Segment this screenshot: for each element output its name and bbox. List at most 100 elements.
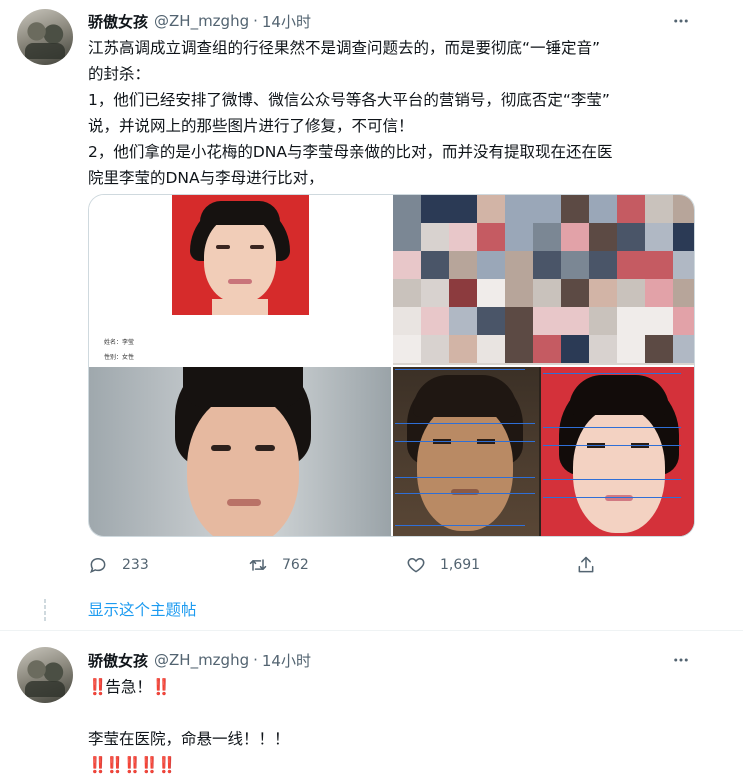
tweet-header: 骄傲女孩 @ZH_mzghg · 14小时 [88,10,311,32]
mosaic-tile [673,223,694,251]
show-thread-link[interactable]: 显示这个主题帖 [88,598,197,620]
mosaic-tile [645,251,673,279]
reply-count: 233 [122,557,149,573]
like-count: 1,691 [440,557,481,573]
tweet-text-line: 江苏高调成立调查组的行径果然不是调查问题去的，而是要彻底“一锤定音” [88,39,601,57]
mosaic-tile [561,195,589,223]
tweet-text-line: ‼️‼️‼️‼️‼️ [88,752,708,778]
mosaic-tile [449,251,477,279]
mosaic-tile [645,195,673,223]
mosaic-tile [421,223,449,251]
mosaic-tile [617,251,645,279]
retweet-count: 762 [282,557,309,573]
timestamp[interactable]: 14小时 [262,11,311,32]
avatar[interactable] [17,647,73,703]
mosaic-tile [617,279,645,307]
mosaic-tile [477,335,505,363]
mosaic-tile [533,307,561,335]
more-options-button[interactable] [671,650,691,670]
photo-face-closeup[interactable] [89,367,391,536]
display-name[interactable]: 骄傲女孩 [88,11,148,32]
mosaic-tile [393,335,421,363]
reply-button[interactable]: 233 [88,553,149,577]
timestamp[interactable]: 14小时 [262,650,311,671]
mosaic-tile [589,251,617,279]
id-photo [172,195,309,315]
mosaic-tile [561,251,589,279]
mosaic-tile [645,223,673,251]
mosaic-tile [505,195,533,223]
mosaic-tile [477,279,505,307]
mosaic-tile [617,195,645,223]
mosaic-tile [421,335,449,363]
mosaic-tile [449,307,477,335]
mosaic-tile [533,279,561,307]
avatar[interactable] [17,9,73,65]
double-exclamation-icon: ‼️ [151,678,171,696]
retweet-button[interactable]: 762 [248,553,309,577]
separator: · [253,12,258,30]
mosaic-tile [477,307,505,335]
mosaic-tile [533,251,561,279]
retweet-icon [249,559,267,571]
more-horizontal-icon [674,658,688,662]
mosaic-tile [449,279,477,307]
user-handle[interactable]: @ZH_mzghg [154,12,249,30]
mosaic-tile [421,251,449,279]
mosaic-tile [449,335,477,363]
like-button[interactable]: 1,691 [406,553,480,577]
photo-id-card[interactable]: 姓名：李莹 性别：女性 [89,195,391,365]
tweet-text-line: ‼️告急！‼️ [88,674,708,700]
double-exclamation-icon: ‼️ [88,678,107,696]
tweet[interactable]: 骄傲女孩 @ZH_mzghg · 14小时 ‼️告急！‼️ 李莹在医院，命悬一线… [0,631,743,782]
photo-mosaic[interactable] [393,195,694,365]
mosaic-tile [477,195,505,223]
double-exclamation-icon: ‼️‼️‼️‼️‼️ [88,756,176,774]
id-gender-label: 性别：女性 [104,354,135,361]
tweet-text-line: 1，他们已经安排了微博、微信公众号等各大平台的营销号，彻底否定“李莹” [88,91,610,109]
tweet-text-line: 的封杀： [88,65,151,83]
tweet-text-line: 说，并说网上的那些图片进行了修复，不可信！ [88,117,414,135]
mosaic-tile [617,223,645,251]
mosaic-tile [561,223,589,251]
mosaic-tile [477,223,505,251]
user-handle[interactable]: @ZH_mzghg [154,651,249,669]
mosaic-tile [673,335,694,363]
tweet-actions: 233 762 1,691 [88,553,608,577]
display-name[interactable]: 骄傲女孩 [88,650,148,671]
share-button[interactable] [576,553,596,577]
id-name-label: 姓名：李莹 [104,339,135,346]
mosaic-tile [589,223,617,251]
mosaic-tile [393,251,421,279]
mosaic-tile [673,307,694,335]
mosaic-tile [393,195,421,223]
tweet[interactable]: 骄傲女孩 @ZH_mzghg · 14小时 江苏高调成立调查组的行径果然不是调查… [0,0,743,630]
tweet-text-line: 李莹在医院，命悬一线！！！ [88,730,290,748]
mosaic-tile [617,335,645,363]
mosaic-tile [533,195,561,223]
mosaic-tile [393,307,421,335]
mosaic-tile [449,223,477,251]
mosaic-tile [645,307,673,335]
more-options-button[interactable] [671,11,691,31]
share-icon [578,556,594,573]
mosaic-tile [421,307,449,335]
photo-comparison[interactable] [393,367,694,536]
mosaic-tile [617,307,645,335]
mosaic-tile [673,251,694,279]
tweet-text-line: 2，他们拿的是小花梅的DNA与李莹母亲做的比对，而并没有提取现在还在医 [88,143,613,161]
thread-connector [43,599,47,623]
tweet-header: 骄傲女孩 @ZH_mzghg · 14小时 [88,649,311,671]
mosaic-tile [589,195,617,223]
mosaic-tile [393,223,421,251]
mosaic-tile [421,195,449,223]
more-horizontal-icon [674,19,688,23]
mosaic-tile [645,279,673,307]
mosaic-tile [505,335,533,363]
tweet-text: 江苏高调成立调查组的行径果然不是调查问题去的，而是要彻底“一锤定音” 的封杀： … [88,35,708,191]
mosaic-tile [673,279,694,307]
tweet-text-line: 院里李莹的DNA与李母进行比对， [88,169,324,187]
mosaic-tile [673,195,694,223]
mosaic-tile [561,307,589,335]
separator: · [253,651,258,669]
